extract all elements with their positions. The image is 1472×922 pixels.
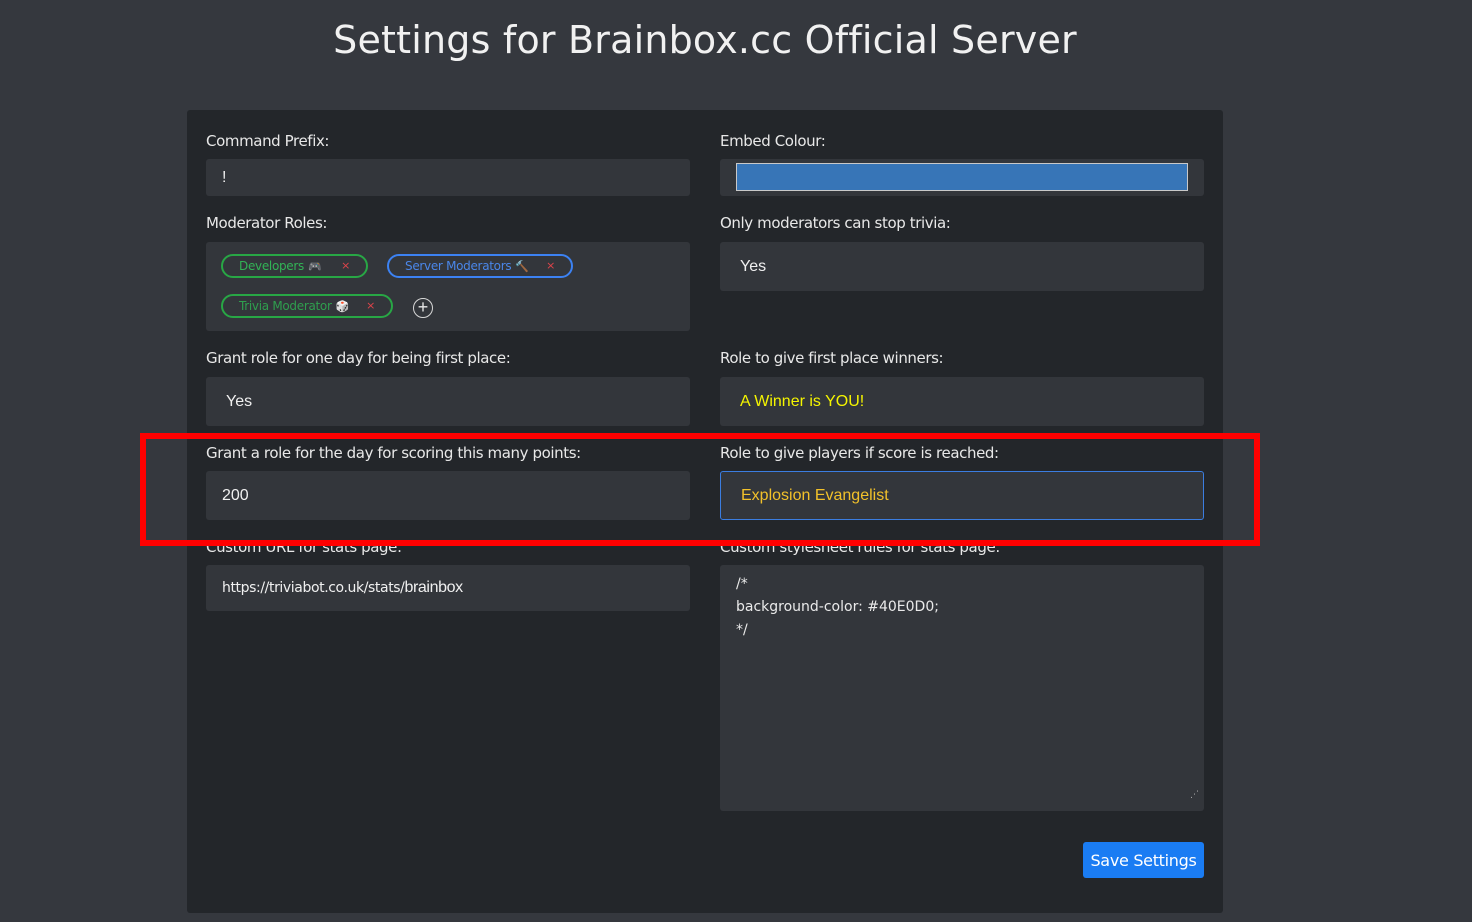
embed-colour-input[interactable] — [720, 159, 1204, 196]
first-place-role-label: Role to give first place winners: — [720, 349, 944, 367]
embed-colour-swatch[interactable] — [736, 163, 1188, 191]
only-mods-select[interactable]: Yes — [720, 242, 1204, 291]
points-threshold-value: 200 — [222, 486, 249, 504]
settings-card: Command Prefix: ! Embed Colour: Moderato… — [187, 110, 1223, 913]
resize-grip-icon[interactable]: ⋰ — [1190, 784, 1199, 807]
first-place-role-value: A Winner is YOU! — [740, 392, 865, 410]
stylesheet-label: Custom stylesheet rules for stats page: — [720, 538, 1000, 556]
remove-role-icon[interactable]: × — [341, 256, 350, 276]
points-threshold-input[interactable]: 200 — [206, 471, 690, 520]
custom-url-input[interactable]: brainbox — [405, 579, 464, 596]
remove-role-icon[interactable]: × — [366, 296, 375, 316]
remove-role-icon[interactable]: × — [546, 256, 555, 276]
first-place-role-select[interactable]: A Winner is YOU! — [720, 377, 1204, 426]
only-mods-label: Only moderators can stop trivia: — [720, 214, 951, 232]
add-role-icon[interactable]: + — [413, 298, 433, 318]
page-title: Settings for Brainbox.cc Official Server — [333, 18, 1077, 62]
score-role-label: Role to give players if score is reached… — [720, 444, 999, 462]
role-chip-label: Server Moderators — [405, 259, 512, 273]
gamepad-icon: 🎮 — [307, 260, 322, 273]
role-chip-label: Developers — [239, 259, 304, 273]
custom-url-prefix: https://triviabot.co.uk/stats/ — [222, 580, 405, 596]
score-role-value: Explosion Evangelist — [741, 486, 889, 504]
command-prefix-input[interactable]: ! — [206, 159, 690, 196]
role-chip-trivia-moderator[interactable]: Trivia Moderator 🎲 × — [221, 294, 393, 318]
dice-icon: 🎲 — [335, 300, 350, 313]
first-place-grant-select[interactable]: Yes — [206, 377, 690, 426]
first-place-grant-value: Yes — [226, 392, 253, 410]
stylesheet-textarea[interactable]: /* background-color: #40E0D0; */ ⋰ — [720, 565, 1204, 811]
role-chip-developers[interactable]: Developers 🎮 × — [221, 254, 368, 278]
score-role-select[interactable]: Explosion Evangelist — [720, 471, 1204, 520]
first-place-grant-label: Grant role for one day for being first p… — [206, 349, 511, 367]
points-threshold-label: Grant a role for the day for scoring thi… — [206, 444, 581, 462]
custom-url-field: https://triviabot.co.uk/stats/brainbox — [206, 565, 690, 611]
moderator-roles-label: Moderator Roles: — [206, 214, 328, 232]
command-prefix-value: ! — [222, 168, 227, 186]
command-prefix-label: Command Prefix: — [206, 132, 330, 150]
only-mods-value: Yes — [740, 257, 767, 275]
custom-url-label: Custom URL for stats page: — [206, 538, 402, 556]
moderator-roles-box: Developers 🎮 × Server Moderators 🔨 × Trivi… — [206, 242, 690, 331]
hammer-icon: 🔨 — [515, 260, 529, 273]
role-chip-label: Trivia Moderator — [239, 299, 332, 313]
stylesheet-value: /* background-color: #40E0D0; */ — [736, 576, 939, 638]
save-settings-button[interactable]: Save Settings — [1083, 842, 1204, 878]
embed-colour-label: Embed Colour: — [720, 132, 826, 150]
role-chip-server-moderators[interactable]: Server Moderators 🔨 × — [387, 254, 573, 278]
